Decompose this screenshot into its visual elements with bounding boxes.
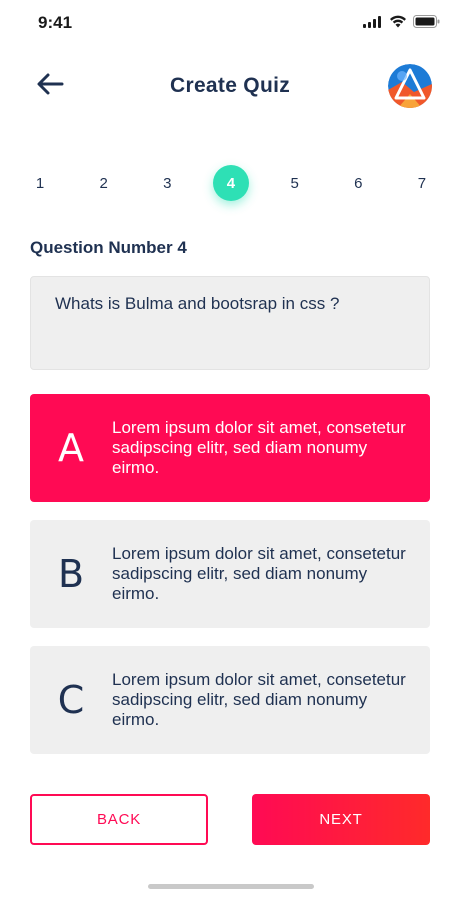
back-button[interactable]: BACK [30,794,208,845]
next-button[interactable]: NEXT [252,794,430,845]
step-3[interactable]: 3 [149,165,185,201]
answer-letter: A [58,426,84,470]
signal-icon [363,15,381,28]
step-2[interactable]: 2 [86,165,122,201]
answer-text: Lorem ipsum dolor sit amet, consetetur s… [112,544,406,603]
step-5[interactable]: 5 [277,165,313,201]
home-indicator [148,884,314,889]
question-number-label: Question Number 4 [30,238,187,257]
step-4-active[interactable]: 4 [212,165,249,201]
answer-option-a[interactable]: A Lorem ipsum dolor sit amet, consetetur… [30,394,430,502]
answer-letter: C [57,678,85,722]
answer-text: Lorem ipsum dolor sit amet, consetetur s… [112,418,406,477]
profile-avatar[interactable] [388,64,432,108]
step-1[interactable]: 1 [22,165,58,201]
status-time: 9:41 [38,13,73,32]
step-7[interactable]: 7 [404,165,440,201]
battery-icon [413,15,440,28]
wifi-icon [390,15,406,28]
create-quiz-screen: 9:41 Create Quiz 1 2 3 4 5 6 7 Question … [0,0,460,900]
answer-text: Lorem ipsum dolor sit amet, consetetur s… [112,670,406,729]
question-text-field[interactable]: Whats is Bulma and bootsrap in css ? [30,276,430,370]
question-stepper: 1 2 3 4 5 6 7 [22,164,440,202]
answer-option-b[interactable]: B Lorem ipsum dolor sit amet, consetetur… [30,520,430,628]
step-6[interactable]: 6 [340,165,376,201]
answer-option-c[interactable]: C Lorem ipsum dolor sit amet, consetetur… [30,646,430,754]
answer-letter: B [57,552,85,596]
status-icons [363,15,440,28]
